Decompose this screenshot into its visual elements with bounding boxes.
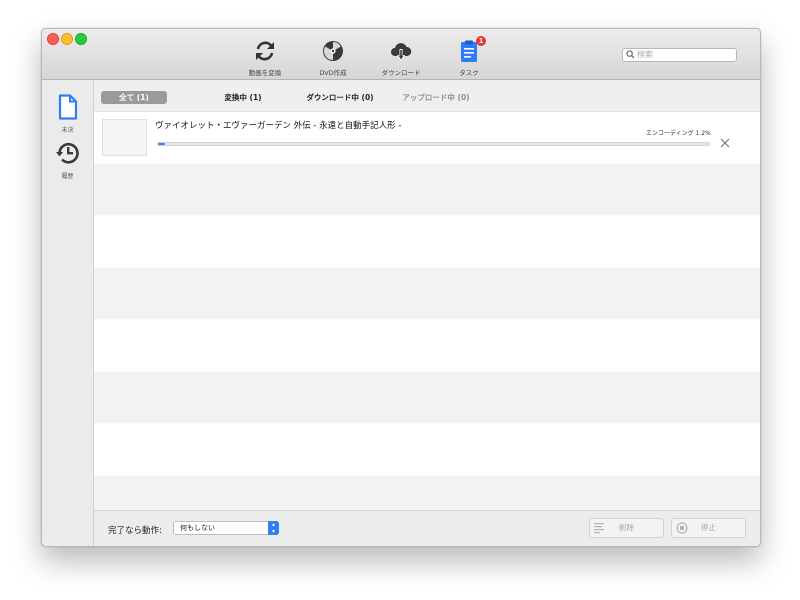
close-window-button[interactable]: [47, 33, 59, 45]
tab-all[interactable]: 全て (1): [101, 91, 167, 104]
sidebar-item-history[interactable]: 履歴: [42, 140, 93, 180]
empty-row: [94, 216, 760, 268]
search-icon: [626, 50, 635, 63]
completion-action-label: 完了なら動作:: [108, 526, 162, 536]
remove-task-button[interactable]: [720, 138, 730, 150]
sidebar-item-label: 履歴: [61, 173, 74, 180]
document-icon: [42, 94, 93, 124]
delete-button-label: 削除: [619, 523, 634, 532]
empty-row: [94, 476, 760, 511]
task-title: ヴァイオレット・エヴァーガーデン 外伝 - 永遠と自動手記人形 -: [155, 121, 402, 131]
tasks-label: タスク: [459, 69, 479, 77]
convert-video-button[interactable]: 動画を変換: [233, 39, 297, 77]
delete-button[interactable]: 削除: [589, 518, 664, 538]
search-placeholder: 検索: [637, 50, 653, 59]
history-icon: [42, 140, 93, 170]
minimize-window-button[interactable]: [61, 33, 73, 45]
dvd-burn-button[interactable]: DVD作成: [301, 39, 365, 77]
tasks-button[interactable]: 1 タスク: [437, 36, 501, 77]
tab-uploading[interactable]: アップロード中 (0): [390, 91, 482, 104]
tab-downloading[interactable]: ダウンロード中 (0): [294, 91, 386, 104]
sidebar-item-label: 未決: [61, 127, 74, 134]
app-window: 動画を変換 DVD作成 ダウンロード 1 タスク 検索 未決 履歴 全て (1)…: [41, 28, 761, 547]
download-cloud-icon: [389, 39, 413, 63]
tab-converting[interactable]: 変換中 (1): [206, 91, 280, 104]
download-button[interactable]: ダウンロード: [369, 39, 433, 77]
dvd-burn-label: DVD作成: [319, 69, 347, 77]
task-status: エンコーディング 1.2%: [646, 130, 711, 137]
task-progress-fill: [158, 143, 165, 145]
task-panel: 全て (1) 変換中 (1) ダウンロード中 (0) アップロード中 (0) ヴ…: [94, 80, 760, 546]
dvd-burn-icon: [321, 39, 345, 63]
zoom-window-button[interactable]: [75, 33, 87, 45]
empty-row: [94, 424, 760, 476]
chevron-up-down-icon: ▴ ▾: [268, 521, 279, 535]
convert-video-label: 動画を変換: [248, 69, 282, 77]
video-thumbnail: [102, 119, 147, 156]
download-label: ダウンロード: [381, 69, 421, 77]
stop-button[interactable]: 停止: [671, 518, 746, 538]
empty-row: [94, 268, 760, 320]
empty-row: [94, 320, 760, 372]
sidebar: 未決 履歴: [42, 80, 94, 546]
task-progress-bar: [157, 142, 710, 146]
search-input[interactable]: 検索: [622, 48, 737, 62]
convert-icon: [253, 39, 277, 63]
stop-button-label: 停止: [701, 523, 716, 532]
footer-bar: 完了なら動作: 何もしない ▴ ▾ 削除 停止: [94, 510, 760, 546]
completion-action-value: 何もしない: [180, 524, 215, 532]
filter-tabs: 全て (1) 変換中 (1) ダウンロード中 (0) アップロード中 (0): [94, 80, 760, 112]
task-row[interactable]: ヴァイオレット・エヴァーガーデン 外伝 - 永遠と自動手記人形 - エンコーディ…: [94, 112, 760, 164]
empty-row: [94, 372, 760, 424]
close-icon: [720, 137, 730, 151]
task-count-badge: 1: [476, 36, 486, 46]
sidebar-item-pending[interactable]: 未決: [42, 94, 93, 134]
task-list-icon: 1: [457, 36, 486, 63]
toolbar: 動画を変換 DVD作成 ダウンロード 1 タスク 検索: [42, 29, 760, 80]
completion-action-select[interactable]: 何もしない ▴ ▾: [173, 521, 279, 535]
empty-row: [94, 164, 760, 216]
